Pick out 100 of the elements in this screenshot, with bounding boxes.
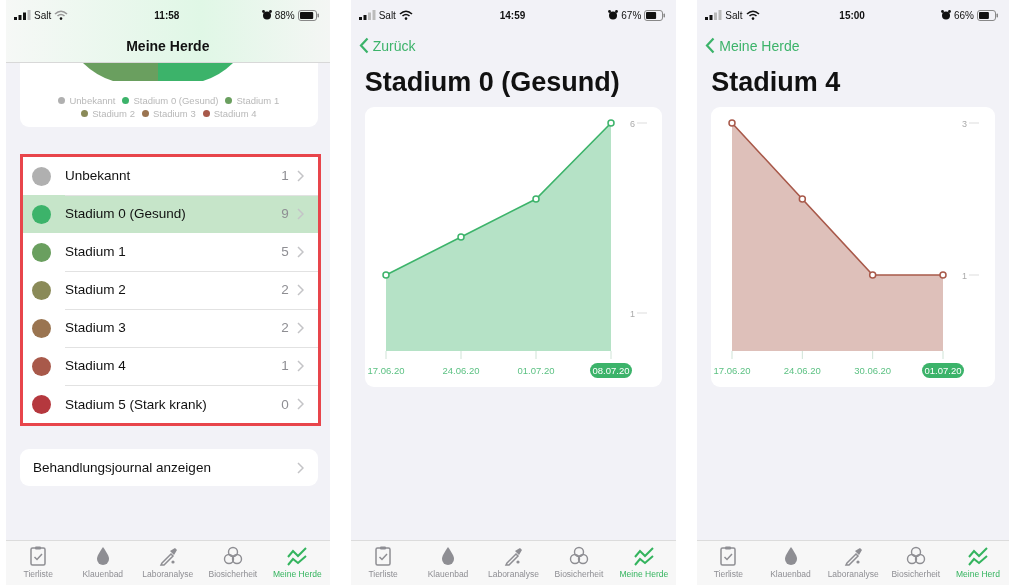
date-label: 30.06.20 — [854, 365, 892, 376]
carrier-name: Salt — [34, 9, 52, 21]
signal-icon — [14, 10, 31, 20]
battery-percentage: 66% — [953, 9, 974, 21]
pipette-icon — [502, 545, 525, 567]
date-label: 24.06.20 — [442, 365, 480, 376]
tab-bar-item[interactable]: Tierliste — [358, 545, 409, 579]
chevron-right-icon — [296, 283, 304, 296]
tab-bar-item[interactable]: Klauenbad — [423, 545, 474, 579]
wifi-icon — [398, 10, 413, 20]
wifi-icon — [745, 10, 760, 20]
alarm-clock-icon — [940, 10, 951, 20]
alarm-clock-icon — [608, 10, 619, 20]
legend-label: Stadium 1 — [236, 95, 280, 106]
legend-label: Unbekannt — [69, 95, 116, 106]
stage-count: 5 — [281, 244, 289, 259]
stage-count: 1 — [281, 358, 289, 373]
date-label: 17.06.20 — [367, 365, 405, 376]
legend-label: Stadium 0 (Gesund) — [133, 95, 219, 106]
three-circles-icon — [221, 545, 244, 567]
date-label: 17.06.20 — [713, 365, 751, 376]
legend-label: Stadium 4 — [213, 108, 257, 119]
alarm-clock-icon — [261, 10, 272, 20]
stage-row[interactable]: Stadium 2 2 — [23, 271, 318, 309]
battery-percentage: 67% — [621, 9, 642, 21]
data-point[interactable] — [381, 271, 390, 279]
tab-bar-item[interactable]: Tierliste — [13, 545, 64, 579]
carrier-name: Salt — [378, 9, 396, 21]
stage-count: 2 — [281, 282, 289, 297]
tab-bar-item[interactable]: Meine Herde — [272, 545, 323, 579]
tab-bar-item[interactable]: Laboranalyse — [487, 545, 539, 579]
tab-bar-item[interactable]: Laboranalyse — [827, 545, 879, 579]
data-point[interactable] — [606, 119, 615, 127]
tab-bar-item[interactable]: Tierliste — [703, 545, 754, 579]
stage-label: Unbekannt — [65, 168, 132, 183]
data-point[interactable] — [531, 195, 540, 203]
data-point[interactable] — [728, 119, 737, 127]
signal-icon — [358, 10, 376, 20]
stage-count: 0 — [281, 396, 289, 412]
stage-row[interactable]: Stadium 0 (Gesund) 9 — [23, 195, 318, 233]
stage-label: Stadium 3 — [65, 320, 127, 335]
chevron-right-icon — [296, 321, 304, 334]
wifi-icon — [54, 10, 69, 20]
chevron-right-icon — [296, 245, 304, 258]
tab-bar-item[interactable]: Biosicherheit — [890, 545, 941, 579]
back-button[interactable]: Meine Herde — [697, 30, 800, 56]
three-circles-icon — [567, 545, 590, 567]
data-point[interactable] — [869, 271, 877, 279]
data-point[interactable] — [798, 195, 807, 203]
axis-label: 3 — [962, 118, 968, 129]
stage-row[interactable]: Unbekannt 1 — [23, 157, 318, 195]
tab-bar-item[interactable]: Meine Herd — [952, 545, 1003, 579]
data-point[interactable] — [939, 271, 948, 279]
stage-count: 2 — [281, 320, 289, 335]
three-circles-icon — [904, 545, 927, 567]
status-time: 11:58 — [154, 9, 180, 21]
legend-label: Stadium 2 — [92, 108, 135, 119]
axis-label: 1 — [629, 308, 635, 319]
pipette-icon — [842, 545, 865, 567]
stage-count: 1 — [281, 168, 289, 183]
line-chart-icon — [966, 545, 989, 567]
tab-bar-item[interactable]: Meine Herde — [618, 545, 669, 579]
battery-percentage: 88% — [274, 9, 295, 21]
line-chart-icon — [286, 545, 309, 567]
tab-bar-item[interactable]: Laboranalyse — [142, 545, 194, 579]
line-chart-icon — [632, 545, 655, 567]
stage-label: Stadium 2 — [65, 282, 127, 297]
chevron-right-icon — [296, 398, 304, 410]
carrier-name: Salt — [725, 9, 743, 21]
stage-row[interactable]: Stadium 4 1 — [23, 347, 318, 385]
battery-icon — [297, 9, 320, 21]
status-time: 15:00 — [839, 9, 865, 21]
stage-count: 9 — [281, 206, 289, 221]
axis-label: 6 — [629, 118, 635, 129]
data-point[interactable] — [456, 233, 465, 241]
stage-label: Stadium 1 — [65, 244, 127, 259]
selected-date-badge[interactable]: 01.07.20 — [922, 363, 965, 378]
legend-label: Stadium 3 — [152, 108, 196, 119]
back-button[interactable]: Zurück — [350, 30, 416, 56]
tab-bar-item[interactable]: Klauenbad — [765, 545, 816, 579]
screen-title: Stadium 0 (Gesund) — [364, 66, 621, 98]
battery-icon — [644, 9, 667, 21]
chevron-right-icon — [296, 359, 304, 372]
chevron-left-icon — [358, 37, 369, 54]
journal-button[interactable]: Behandlungsjournal anzeigen — [20, 449, 318, 486]
chevron-left-icon — [705, 37, 716, 54]
stage-row[interactable]: Stadium 1 5 — [23, 233, 318, 271]
tab-bar-item[interactable]: Biosicherheit — [553, 545, 604, 579]
battery-icon — [977, 9, 999, 21]
axis-label: 1 — [962, 270, 968, 281]
date-label: 24.06.20 — [784, 365, 822, 376]
stage-label: Stadium 4 — [65, 358, 127, 373]
chevron-right-icon — [296, 169, 304, 182]
stage-row[interactable]: Stadium 5 (Stark krank) 0 — [23, 385, 318, 423]
selected-date-badge[interactable]: 08.07.20 — [589, 363, 632, 378]
tab-bar-item[interactable]: Biosicherheit — [207, 545, 258, 579]
stage-row[interactable]: Stadium 3 2 — [23, 309, 318, 347]
screen-title: Stadium 4 — [711, 66, 842, 98]
chevron-right-icon — [296, 207, 304, 220]
tab-bar-item[interactable]: Klauenbad — [77, 545, 128, 579]
